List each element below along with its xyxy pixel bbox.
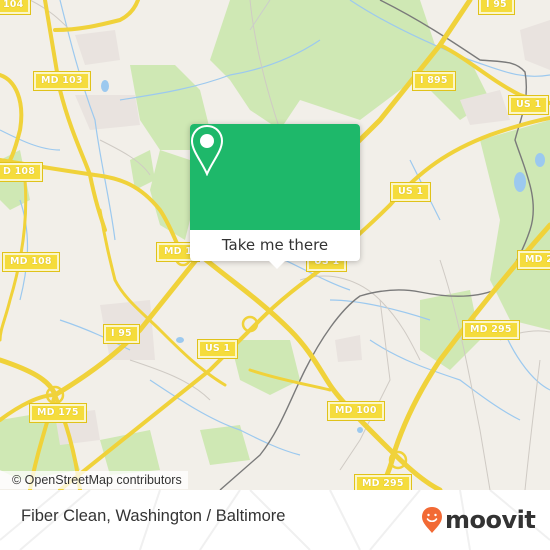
map-attribution[interactable]: © OpenStreetMap contributors [0,471,188,489]
road-label: I 95 [478,0,515,15]
map[interactable]: 104 MD 103 D 108 MD 108 MD 1 I 95 US 1 M… [0,0,550,490]
road-label: MD 2 [516,250,550,270]
road-label: MD 295 [354,474,412,490]
popup-pointer [269,261,285,269]
moovit-pin-icon [422,507,442,533]
take-me-there-button[interactable]: Take me there [190,230,360,261]
road-label: MD 100 [327,401,385,421]
road-label: I 895 [412,71,456,91]
road-label: 104 [0,0,32,15]
popup-header [190,124,360,230]
map-pin-icon [190,124,224,176]
road-label: US 1 [507,95,550,115]
road-label: MD 175 [29,403,87,423]
moovit-wordmark: moovit [445,506,536,534]
moovit-logo[interactable]: moovit [421,505,536,535]
road-label: MD 295 [462,320,520,340]
road-label: MD 108 [2,252,60,272]
road-label: MD 103 [33,71,91,91]
road-label: US 1 [389,182,432,202]
footer: Fiber Clean, Washington / Baltimore moov… [0,490,550,550]
road-label: I 95 [103,324,140,344]
location-popup: Take me there [190,124,360,269]
road-label: D 108 [0,162,44,182]
place-title: Fiber Clean, Washington / Baltimore [21,507,286,525]
road-label: US 1 [196,339,239,359]
